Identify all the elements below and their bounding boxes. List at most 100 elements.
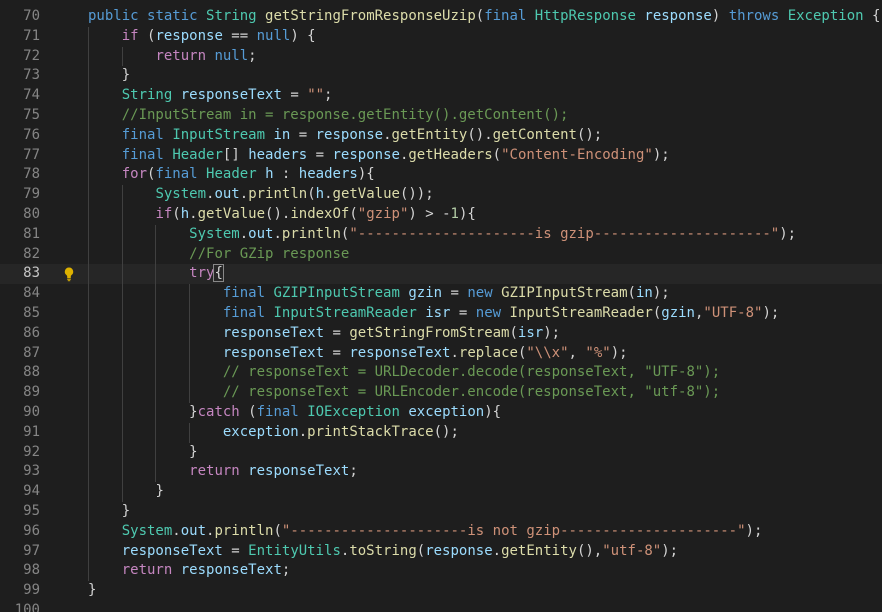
code-line[interactable]: 87 responseText = responseText.replace("\… (0, 344, 882, 364)
code-token: headers (298, 166, 358, 183)
code-token: in (635, 285, 653, 302)
code-text[interactable]: } (122, 502, 130, 522)
code-token: ( (509, 324, 518, 341)
code-text[interactable]: try{ (189, 264, 224, 284)
code-text[interactable]: return null; (155, 47, 256, 67)
code-line[interactable]: 95} (0, 502, 882, 522)
code-token: "gzip" (357, 206, 409, 222)
code-line[interactable]: 89 // responseText = URLEncoder.encode(re… (0, 383, 882, 403)
code-token: responseText (248, 463, 350, 480)
code-text[interactable]: if(h.getValue().indexOf("gzip") > -1){ (155, 205, 475, 225)
code-line[interactable]: 88 // responseText = URLDecoder.decode(re… (0, 363, 882, 383)
code-line[interactable]: 92} (0, 443, 882, 463)
code-line[interactable]: 81 System.out.println("------------------… (0, 225, 882, 245)
code-line[interactable]: 71 if (response == null) { (0, 27, 882, 47)
code-token: ); (652, 146, 670, 163)
line-number: 74 (23, 87, 40, 104)
code-token: "utf-8" (602, 542, 662, 559)
code-token: null (256, 27, 291, 44)
code-line[interactable]: 70 public static String getStringFromResp… (0, 7, 882, 27)
code-line[interactable]: 99} (0, 581, 882, 601)
code-token: out (214, 186, 240, 203)
code-token: final (256, 404, 299, 420)
code-line[interactable]: 73} (0, 66, 882, 86)
code-token: out (248, 225, 274, 242)
code-token: ); (745, 522, 763, 539)
code-line[interactable]: 72 return null; (0, 47, 882, 67)
code-line[interactable]: 82 //For GZip response (0, 245, 882, 265)
code-text[interactable]: return responseText; (122, 561, 291, 581)
code-line[interactable]: 76 final InputStream in = response.getEnt… (0, 126, 882, 146)
indent-guide (121, 185, 123, 502)
code-token: responseText (121, 542, 223, 559)
code-token: ){ (357, 166, 375, 183)
code-line[interactable]: 75 //InputStream in = response.getEntity(… (0, 106, 882, 126)
code-text[interactable]: } (189, 443, 197, 463)
code-editor[interactable]: 70 public static String getStringFromResp… (0, 0, 882, 612)
code-text[interactable]: }catch (final IOException exception){ (189, 403, 501, 423)
code-token: println (281, 225, 341, 242)
code-line[interactable]: 100 (0, 601, 882, 612)
code-token: GZIPInputStream (273, 285, 400, 302)
code-line[interactable]: 93 return responseText; (0, 462, 882, 482)
code-token: ) (711, 8, 729, 24)
code-line[interactable]: 79 System.out.println(h.getValue()); (0, 185, 882, 205)
code-text[interactable]: final InputStream in = response.getEntit… (122, 126, 603, 146)
code-token: : (273, 166, 299, 183)
code-token: ) > - (408, 206, 451, 222)
code-text[interactable]: for(final Header h : headers){ (122, 165, 375, 185)
code-line[interactable]: 97 responseText = EntityUtils. toString(re… (0, 542, 882, 562)
code-text[interactable]: // responseText = URLEncoder.encode(resp… (223, 383, 720, 403)
code-line[interactable]: 78 for(final Header h : headers){ (0, 165, 882, 185)
code-line[interactable]: 83 try{ (0, 264, 882, 285)
code-text[interactable]: System.out.println("--------------------… (189, 225, 796, 245)
code-token: in (273, 126, 291, 143)
line-number: 83 (23, 265, 40, 282)
code-text[interactable]: //For GZip response (189, 245, 349, 265)
code-token: . (239, 186, 249, 203)
code-token: String (121, 87, 173, 104)
code-text[interactable]: responseText = getStringFromStream(isr); (223, 324, 560, 344)
code-line[interactable]: 85 final InputStreamReader isr = new Inpu… (0, 304, 882, 324)
code-line[interactable]: 98 return responseText; (0, 561, 882, 581)
code-text[interactable]: final GZIPInputStream gzin = new GZIPInp… (223, 284, 670, 304)
code-text[interactable]: public static String getStringFromRespon… (88, 7, 880, 27)
code-text[interactable]: System.out.println("--------------------… (122, 522, 763, 542)
code-text[interactable]: return responseText; (189, 462, 358, 482)
code-line[interactable]: 74 String responseText = ""; (0, 86, 882, 106)
code-text[interactable]: } (155, 482, 163, 502)
line-number: 78 (23, 166, 40, 183)
code-token: final (484, 8, 527, 24)
code-line[interactable]: 80 if(h.getValue().indexOf("gzip") > -1){ (0, 205, 882, 225)
code-text[interactable]: responseText = responseText.replace("\\x… (223, 344, 628, 364)
code-text[interactable]: if (response == null) { (122, 27, 316, 47)
code-token: ); (543, 324, 561, 341)
code-text[interactable]: String responseText = ""; (122, 86, 333, 106)
line-number: 80 (23, 206, 40, 222)
code-line[interactable]: 84 final GZIPInputStream gzin = new GZIPI… (0, 284, 882, 304)
line-number: 98 (23, 562, 40, 579)
code-text[interactable]: responseText = EntityUtils. toString(resp… (122, 542, 678, 562)
code-text[interactable]: System.out.println(h.getValue()); (155, 185, 433, 205)
code-line[interactable]: 91 exception.printStackTrace(); (0, 423, 882, 443)
code-line[interactable]: 96 System.out.println("------------------… (0, 522, 882, 542)
code-line[interactable]: 77 final Header[] headers = response.getH… (0, 146, 882, 166)
line-number: 94 (23, 483, 40, 500)
code-token: . (172, 522, 181, 539)
code-token: for (121, 166, 148, 183)
code-text[interactable]: } (122, 66, 130, 86)
code-token: response (425, 542, 493, 559)
line-number: 96 (23, 522, 40, 539)
code-line[interactable]: 94} (0, 482, 882, 502)
code-text[interactable]: final InputStreamReader isr = new InputS… (223, 304, 779, 324)
code-text[interactable]: // responseText = URLDecoder.decode(resp… (223, 363, 720, 383)
code-text[interactable]: } (88, 581, 96, 601)
code-text[interactable]: exception.printStackTrace(); (223, 423, 459, 443)
code-text[interactable]: final Header[] headers = response.getHea… (122, 146, 670, 166)
code-text[interactable]: //InputStream in = response.getEntity().… (122, 106, 569, 126)
code-token: static (147, 8, 198, 24)
lightbulb-icon[interactable] (63, 266, 75, 282)
code-line[interactable]: 86 responseText = getStringFromStream(isr… (0, 324, 882, 344)
code-line[interactable]: 90}catch (final IOException exception){ (0, 403, 882, 423)
